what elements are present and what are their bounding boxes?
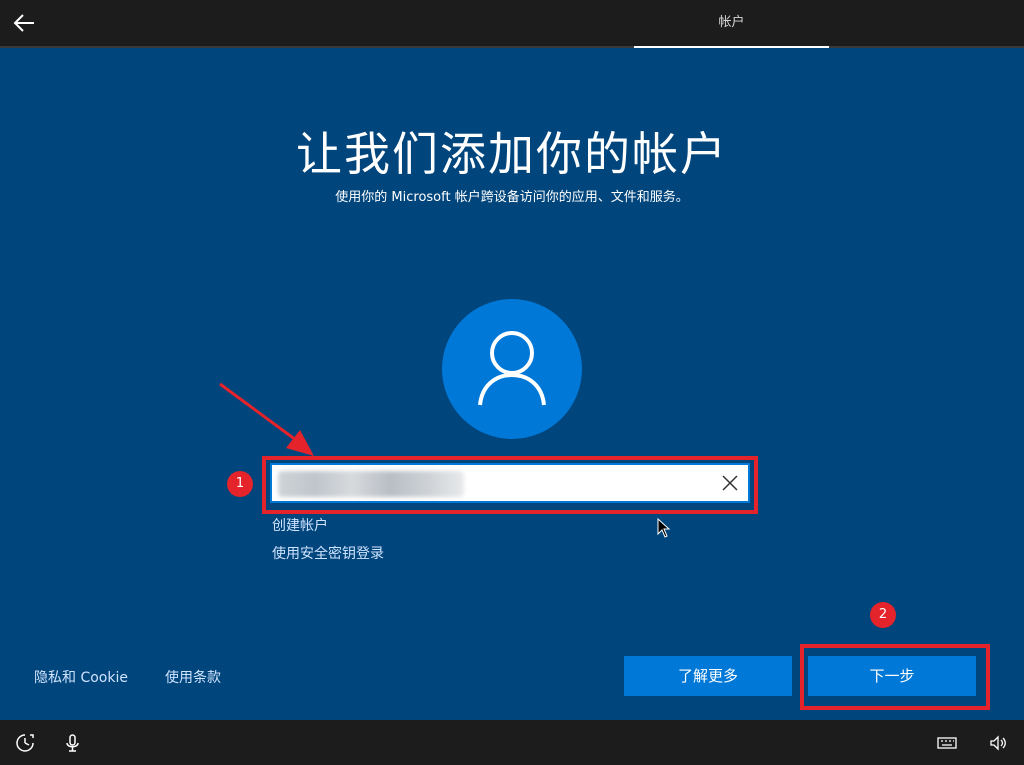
- avatar: [442, 299, 582, 439]
- annotation-badge-1: 1: [227, 471, 253, 497]
- keyboard-icon: [937, 737, 957, 749]
- tab-account: 帐户: [634, 0, 829, 48]
- privacy-cookie-link[interactable]: 隐私和 Cookie: [34, 667, 128, 687]
- annotation-arrow-icon: [219, 382, 314, 456]
- top-bar: 帐户: [0, 0, 1024, 48]
- create-account-link[interactable]: 创建帐户: [272, 515, 328, 535]
- email-input[interactable]: [278, 468, 712, 500]
- close-icon: [722, 475, 738, 491]
- clear-input-button[interactable]: [720, 473, 740, 493]
- keyboard-button[interactable]: [936, 732, 958, 754]
- back-button[interactable]: [6, 6, 42, 40]
- security-key-link[interactable]: 使用安全密钥登录: [272, 543, 384, 563]
- tab-account-label: 帐户: [718, 15, 745, 30]
- oobe-screen: 帐户 让我们添加你的帐户 使用你的 Microsoft 帐户跨设备访问你的应用、…: [0, 0, 1024, 765]
- taskbar: [0, 720, 1024, 765]
- mouse-cursor-icon: [657, 518, 671, 538]
- email-field[interactable]: [270, 463, 750, 503]
- ease-of-access-button[interactable]: [14, 732, 36, 754]
- user-icon: [478, 331, 546, 406]
- learn-more-button[interactable]: 了解更多: [624, 656, 792, 696]
- page-title: 让我们添加你的帐户: [296, 127, 728, 181]
- page-subtitle: 使用你的 Microsoft 帐户跨设备访问你的应用、文件和服务。: [335, 190, 689, 205]
- volume-icon: [990, 735, 1006, 751]
- back-arrow-icon: [13, 14, 34, 32]
- microphone-button[interactable]: [62, 732, 84, 754]
- volume-button[interactable]: [988, 732, 1010, 754]
- tab-underline: [634, 46, 829, 48]
- terms-link[interactable]: 使用条款: [165, 667, 221, 687]
- next-button[interactable]: 下一步: [808, 656, 976, 696]
- microphone-icon: [66, 734, 79, 752]
- ease-of-access-icon: [16, 734, 34, 752]
- annotation-badge-2: 2: [870, 602, 896, 628]
